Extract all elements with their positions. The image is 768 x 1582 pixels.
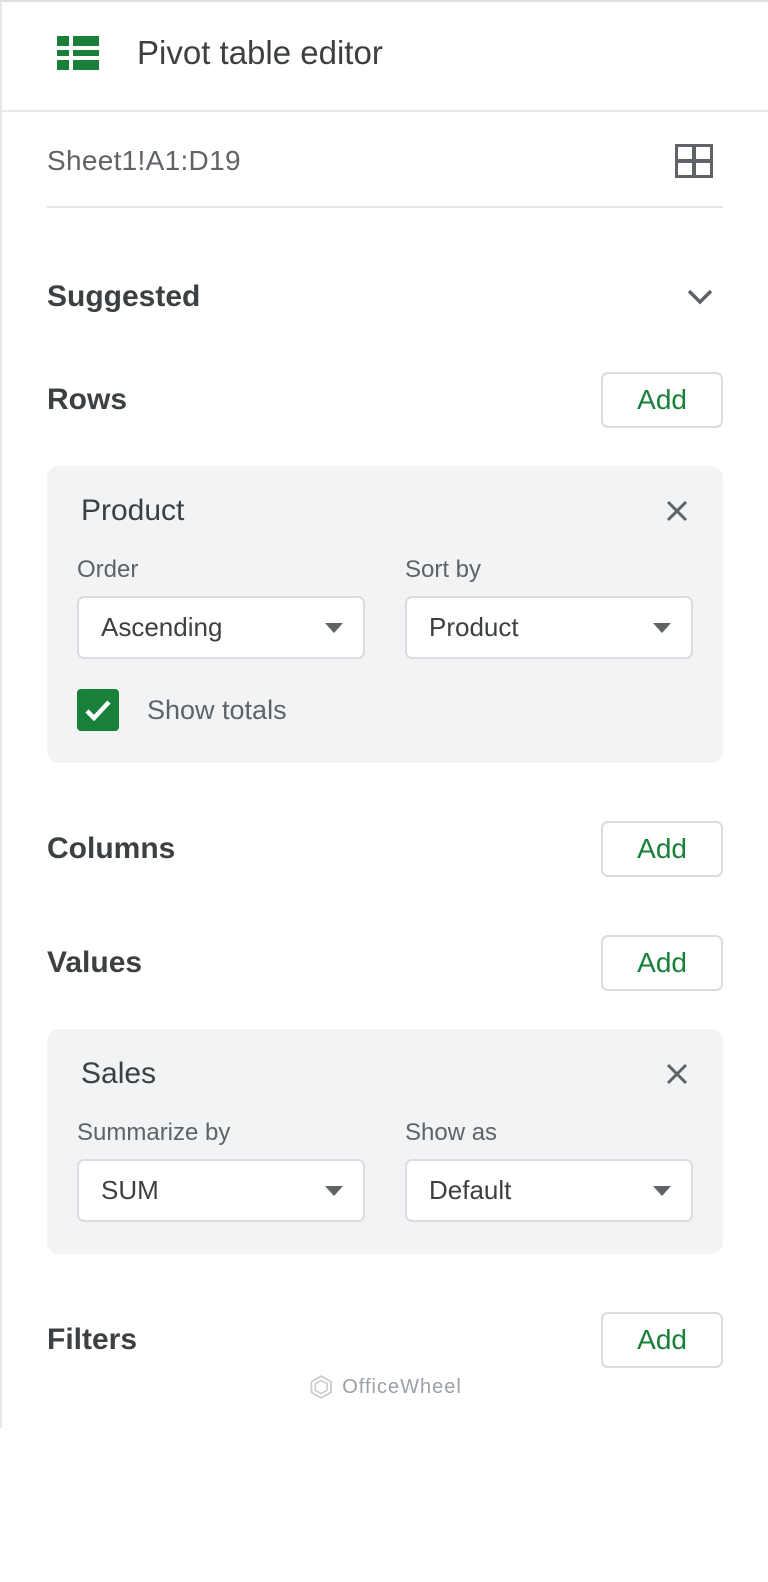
- rows-label: Rows: [47, 383, 127, 417]
- dropdown-triangle-icon: [653, 1186, 671, 1196]
- dropdown-triangle-icon: [325, 623, 343, 633]
- sortby-select[interactable]: Product: [405, 596, 693, 659]
- show-totals-checkbox[interactable]: [77, 689, 119, 731]
- dropdown-triangle-icon: [653, 623, 671, 633]
- show-totals-row[interactable]: Show totals: [77, 689, 693, 731]
- pivot-table-editor-panel: Pivot table editor Sheet1!A1:D19 Suggest…: [0, 0, 768, 1428]
- order-value: Ascending: [101, 612, 222, 643]
- values-item-name: Sales: [81, 1057, 156, 1091]
- rows-item-name: Product: [81, 494, 184, 528]
- watermark: OfficeWheel: [308, 1374, 462, 1400]
- panel-header: Pivot table editor: [2, 2, 768, 112]
- order-label: Order: [77, 556, 365, 584]
- suggested-label: Suggested: [47, 280, 200, 314]
- add-rows-button[interactable]: Add: [601, 372, 723, 428]
- data-range-text: Sheet1!A1:D19: [47, 145, 241, 177]
- select-range-icon[interactable]: [675, 144, 713, 178]
- suggested-section[interactable]: Suggested: [47, 208, 723, 314]
- sortby-label: Sort by: [405, 556, 693, 584]
- panel-title: Pivot table editor: [137, 34, 383, 72]
- summarize-select[interactable]: SUM: [77, 1159, 365, 1222]
- showas-value: Default: [429, 1175, 511, 1206]
- filters-section: Filters Add: [47, 1254, 723, 1378]
- rows-item-card: Product Order Ascending Sort by: [47, 466, 723, 763]
- showas-label: Show as: [405, 1119, 693, 1147]
- summarize-label: Summarize by: [77, 1119, 365, 1147]
- values-label: Values: [47, 946, 142, 980]
- close-icon[interactable]: [665, 499, 689, 523]
- close-icon[interactable]: [665, 1062, 689, 1086]
- show-totals-label: Show totals: [147, 695, 287, 726]
- columns-section: Columns Add: [47, 763, 723, 877]
- filters-label: Filters: [47, 1323, 137, 1357]
- watermark-text: OfficeWheel: [342, 1376, 462, 1399]
- watermark-icon: [308, 1374, 334, 1400]
- summarize-value: SUM: [101, 1175, 159, 1206]
- checkmark-icon: [84, 699, 112, 721]
- rows-section: Rows Add Product Order Ascending: [47, 314, 723, 763]
- values-section: Values Add Sales Summarize by SUM: [47, 877, 723, 1254]
- add-values-button[interactable]: Add: [601, 935, 723, 991]
- sortby-value: Product: [429, 612, 519, 643]
- columns-label: Columns: [47, 832, 175, 866]
- dropdown-triangle-icon: [325, 1186, 343, 1196]
- add-columns-button[interactable]: Add: [601, 821, 723, 877]
- chevron-down-icon: [687, 289, 713, 305]
- order-select[interactable]: Ascending: [77, 596, 365, 659]
- showas-select[interactable]: Default: [405, 1159, 693, 1222]
- values-item-card: Sales Summarize by SUM Show as: [47, 1029, 723, 1254]
- add-filters-button[interactable]: Add: [601, 1312, 723, 1368]
- pivot-table-icon: [57, 36, 99, 70]
- data-range-row: Sheet1!A1:D19: [47, 144, 723, 208]
